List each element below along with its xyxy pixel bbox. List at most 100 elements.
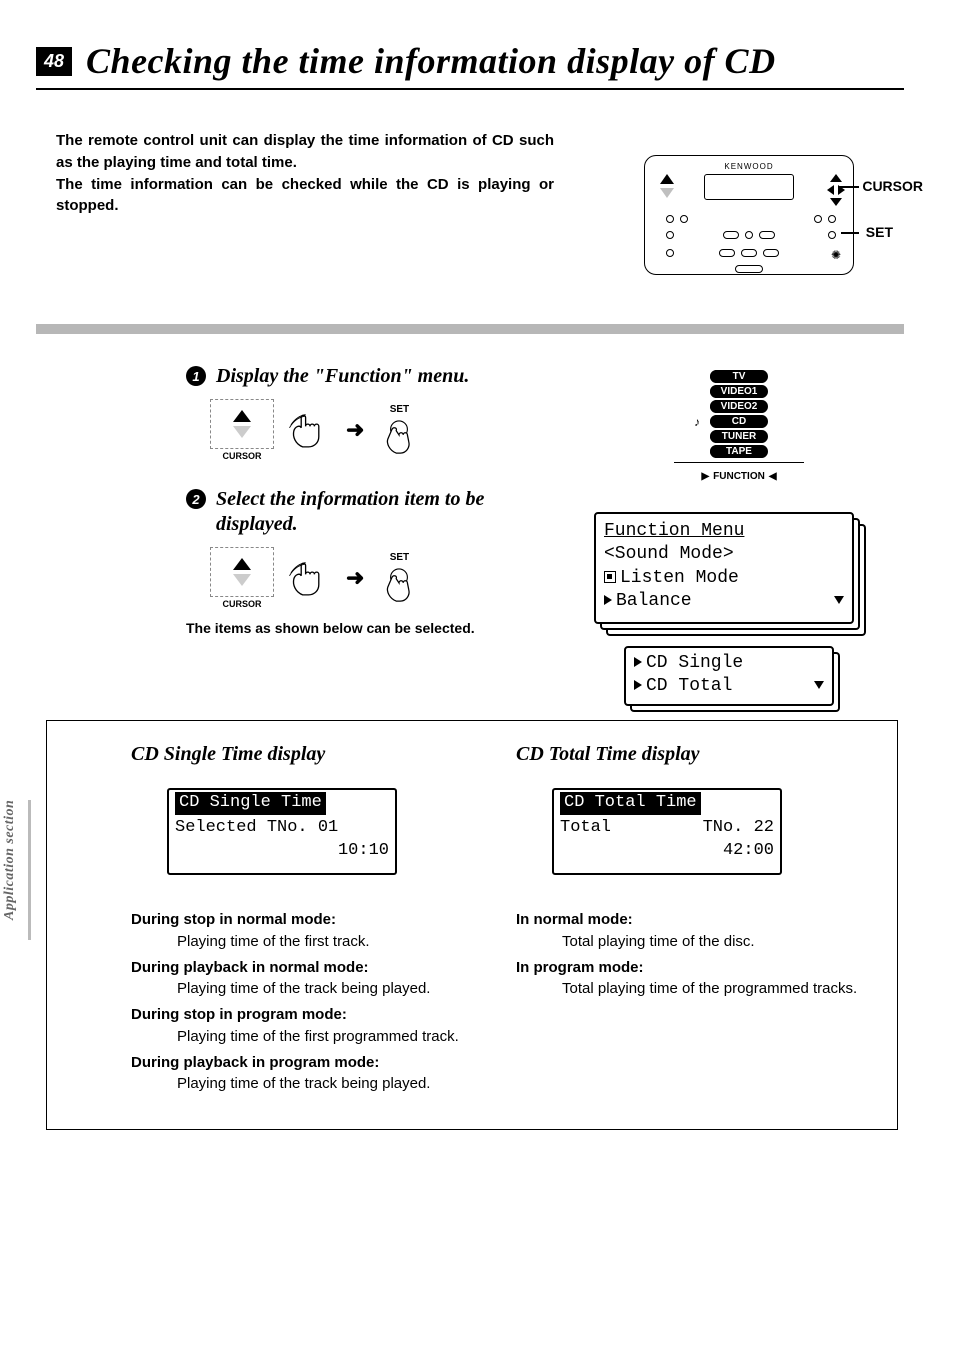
lcd-sub-cd-total: CD Total — [634, 675, 824, 698]
lcd-title: Function Menu — [604, 520, 844, 543]
cursor-label-2: CURSOR — [222, 599, 261, 609]
remote-row3-right: ✺ — [831, 246, 841, 264]
scroll-down-icon — [834, 596, 844, 604]
pointer-icon-3 — [634, 680, 642, 690]
arrow-right-icon-2: ➜ — [346, 565, 364, 591]
lcd-line-balance: Balance — [604, 590, 844, 613]
func-item-cd-selected: CD — [710, 415, 768, 428]
remote-row2-left — [663, 228, 677, 247]
cd-total-col: CD Total Time display CD Total Time Tota… — [516, 743, 861, 1099]
func-item-tape: TAPE — [710, 445, 768, 458]
step-1-controls: CURSOR ➜ SET — [210, 399, 544, 461]
cursor-label: CURSOR — [222, 451, 261, 461]
cursor-pad-illustration-2 — [210, 547, 274, 597]
remote-dots-right — [811, 212, 839, 226]
remote-screen — [704, 174, 794, 200]
triangle-left-icon: ◀ — [769, 471, 777, 482]
cd-total-lcd: CD Total Time Total TNo. 22 42:00 — [552, 788, 782, 875]
steps-right-col: TV VIDEO1 VIDEO2 CD TUNER TAPE ▶ FUNCTIO… — [574, 364, 904, 706]
function-marker: ▶ FUNCTION ◀ — [701, 471, 776, 482]
page-header: 48 Checking the time information display… — [36, 40, 904, 90]
remote-set-label: SET — [866, 224, 893, 240]
cd-single-lcd-header: CD Single Time — [175, 792, 326, 815]
press-hand-icon — [288, 410, 332, 450]
def-total-h-2: In program mode: — [516, 957, 861, 979]
lcd-line-sound-mode: <Sound Mode> — [604, 543, 844, 566]
remote-dots-left — [663, 212, 691, 226]
intro-row: The remote control unit can display the … — [36, 130, 904, 300]
cd-total-lcd-time: 42:00 — [560, 840, 774, 863]
cd-single-lcd: CD Single Time Selected TNo. 01 10:10 — [167, 788, 397, 875]
intro-text: The remote control unit can display the … — [36, 130, 554, 217]
remote-row3-left — [663, 246, 677, 265]
cd-single-col: CD Single Time display CD Single Time Se… — [131, 743, 476, 1099]
def-p-2: Playing time of the track being played. — [177, 978, 476, 1000]
remote-outline: KENWOOD ✺ — [644, 155, 854, 275]
cursor-pad-icon — [653, 174, 681, 214]
sidebar-line — [28, 800, 31, 940]
def-h-3: During stop in program mode: — [131, 1004, 476, 1026]
set-hand-icon-2 — [378, 565, 420, 605]
def-total-p-1: Total playing time of the disc. — [562, 931, 861, 953]
func-item-video2: VIDEO2 — [710, 400, 768, 413]
step-1-badge: 1 — [186, 366, 206, 386]
def-p-3: Playing time of the first programmed tra… — [177, 1026, 476, 1048]
def-h-4: During playback in program mode: — [131, 1052, 476, 1074]
cursor-right-pad-icon — [827, 174, 845, 206]
listen-mode-icon — [604, 571, 616, 583]
step-2-header: 2 Select the information item to be disp… — [186, 487, 544, 537]
press-hand-icon-2 — [288, 558, 332, 598]
pointer-icon-2 — [634, 657, 642, 667]
remote-row2-right — [825, 228, 839, 247]
lcd-function-menu: Function Menu <Sound Mode> Listen Mode B… — [594, 512, 854, 624]
remote-row-last — [732, 262, 766, 281]
arrow-right-icon: ➜ — [346, 417, 364, 443]
page-number-badge: 48 — [36, 47, 72, 76]
set-button-group: SET — [378, 404, 420, 457]
cd-single-lcd-line1: Selected TNo. 01 — [175, 817, 389, 840]
divider-bar — [36, 324, 904, 334]
set-label-2: SET — [390, 552, 409, 563]
scroll-down-icon-2 — [814, 681, 824, 689]
remote-row3-mid — [716, 246, 782, 260]
cd-single-lcd-time: 10:10 — [175, 840, 389, 863]
step-2-controls: CURSOR ➜ SET — [210, 547, 544, 609]
func-item-video1: VIDEO1 — [710, 385, 768, 398]
set-hand-icon — [378, 417, 420, 457]
remote-row2-mid — [720, 228, 778, 242]
triangle-right-icon: ▶ — [701, 471, 709, 482]
func-item-tv: TV — [710, 370, 768, 383]
set-label: SET — [390, 404, 409, 415]
def-h-1: During stop in normal mode: — [131, 909, 476, 931]
cd-total-heading: CD Total Time display — [516, 743, 861, 766]
step-2-title: Select the information item to be displa… — [216, 487, 544, 537]
def-total-p-2: Total playing time of the programmed tra… — [562, 978, 861, 1000]
remote-cursor-label: CURSOR — [862, 178, 923, 194]
page: Application section 48 Checking the time… — [0, 0, 954, 1190]
step-2-note: The items as shown below can be selected… — [186, 619, 544, 638]
step-1-title: Display the "Function" menu. — [216, 364, 469, 389]
lcd-sub-cd-single: CD Single — [634, 652, 824, 675]
cursor-pad-illustration — [210, 399, 274, 449]
def-p-1: Playing time of the first track. — [177, 931, 476, 953]
def-p-4: Playing time of the track being played. — [177, 1073, 476, 1095]
step-1-header: 1 Display the "Function" menu. — [186, 364, 544, 389]
cd-total-lcd-right: TNo. 22 — [703, 817, 774, 840]
cd-total-lcd-header: CD Total Time — [560, 792, 701, 815]
function-source-stack: TV VIDEO1 VIDEO2 CD TUNER TAPE ▶ FUNCTIO… — [669, 370, 809, 482]
cd-total-definitions: In normal mode: Total playing time of th… — [516, 909, 861, 1000]
lcd-line-listen-mode: Listen Mode — [604, 567, 844, 590]
function-marker-label: FUNCTION — [713, 471, 765, 482]
time-display-box: CD Single Time display CD Single Time Se… — [46, 720, 898, 1130]
def-total-h-1: In normal mode: — [516, 909, 861, 931]
cd-single-definitions: During stop in normal mode: Playing time… — [131, 909, 476, 1095]
lcd-submenu: CD Single CD Total — [624, 646, 834, 707]
cd-single-heading: CD Single Time display — [131, 743, 476, 766]
lcd-menu-group: Function Menu <Sound Mode> Listen Mode B… — [594, 512, 854, 706]
set-button-group-2: SET — [378, 552, 420, 605]
step-2-badge: 2 — [186, 489, 206, 509]
steps-row: 1 Display the "Function" menu. CURSOR ➜ — [36, 364, 904, 706]
remote-diagram: KENWOOD ✺ — [594, 130, 904, 300]
pointer-icon — [604, 595, 612, 605]
func-item-tuner: TUNER — [710, 430, 768, 443]
